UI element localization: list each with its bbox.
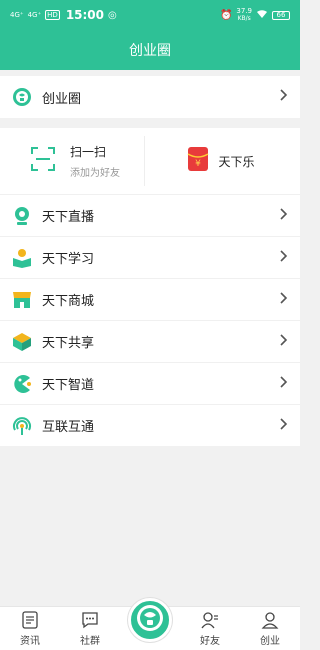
menu-item-live[interactable]: 天下直播 — [0, 194, 300, 236]
hd-icon: HD — [45, 10, 60, 20]
nav-community[interactable]: 社群 — [60, 607, 120, 650]
circle-row-label: 创业圈 — [42, 91, 82, 107]
friends-icon — [201, 610, 219, 630]
nav-community-label: 社群 — [80, 636, 100, 647]
nav-friends-label: 好友 — [200, 636, 220, 647]
circle-row[interactable]: 创业圈 — [0, 76, 300, 118]
menu-item-label: 互联互通 — [42, 420, 95, 435]
scan-subtitle: 添加为好友 — [70, 168, 120, 179]
network-indicator: 4G⁺ — [10, 10, 24, 19]
live-icon — [12, 206, 32, 226]
nav-profile[interactable]: 创业 — [240, 607, 300, 650]
chevron-right-icon — [280, 375, 288, 392]
menu-item-label: 天下商城 — [42, 294, 95, 309]
nav-news[interactable]: 资讯 — [0, 607, 60, 650]
red-packet-icon: ¥ — [187, 146, 209, 176]
connect-icon — [12, 416, 32, 436]
header: 4G⁺ 4G⁺ HD 15:00 ◎ ⏰ 37.9 KB/s 66 创业圈 — [0, 0, 300, 70]
menu-item-connect[interactable]: 互联互通 — [0, 404, 300, 446]
tianxia-le-label: 天下乐 — [218, 154, 255, 169]
chevron-right-icon — [280, 291, 288, 308]
nav-news-label: 资讯 — [20, 636, 40, 647]
scan-button[interactable]: 扫一扫 添加为好友 — [0, 128, 144, 194]
svg-text:¥: ¥ — [195, 159, 201, 169]
home-logo-button[interactable] — [128, 598, 172, 642]
chevron-right-icon — [280, 417, 288, 434]
home-logo-icon — [135, 603, 165, 637]
profile-icon — [261, 610, 279, 630]
nav-profile-label: 创业 — [260, 636, 280, 647]
scan-icon — [30, 146, 56, 176]
battery-icon: 66 — [272, 10, 290, 20]
menu-item-smart[interactable]: 天下智道 — [0, 362, 300, 404]
chevron-right-icon — [280, 249, 288, 266]
quick-actions: 扫一扫 添加为好友 ¥ 天下乐 — [0, 128, 300, 194]
chevron-right-icon — [280, 333, 288, 350]
menu-item-study[interactable]: 天下学习 — [0, 236, 300, 278]
chevron-right-icon — [280, 207, 288, 224]
nav-friends[interactable]: 好友 — [180, 607, 240, 650]
circle-logo-icon — [12, 87, 32, 107]
wifi-icon — [256, 9, 268, 22]
smart-icon — [12, 374, 32, 394]
tianxia-le-button[interactable]: ¥ 天下乐 — [145, 128, 301, 194]
status-time: 15:00 — [65, 8, 105, 22]
menu-list: 天下直播 天下学习 天下商城 天下共享 天下智道 互联互通 — [0, 194, 300, 446]
status-bar: 4G⁺ 4G⁺ HD 15:00 ◎ ⏰ 37.9 KB/s 66 — [0, 0, 300, 30]
menu-item-label: 天下直播 — [42, 210, 95, 225]
network-indicator-2: 4G⁺ — [27, 10, 42, 19]
menu-item-label: 天下学习 — [42, 252, 95, 267]
shop-icon — [12, 290, 32, 310]
share-icon — [12, 332, 32, 352]
menu-item-share[interactable]: 天下共享 — [0, 320, 300, 362]
alarm-icon: ⏰ — [219, 9, 233, 21]
menu-item-label: 天下共享 — [42, 336, 95, 351]
wechat-icon: ◎ — [108, 9, 117, 21]
scan-title: 扫一扫 — [70, 145, 107, 159]
study-icon — [12, 248, 32, 268]
network-speed: 37.9 KB/s — [236, 7, 252, 23]
chevron-right-icon — [280, 89, 288, 105]
community-icon — [81, 610, 99, 630]
page-title: 创业圈 — [129, 43, 171, 59]
menu-item-shop[interactable]: 天下商城 — [0, 278, 300, 320]
menu-item-label: 天下智道 — [42, 378, 95, 393]
news-icon — [22, 610, 38, 630]
